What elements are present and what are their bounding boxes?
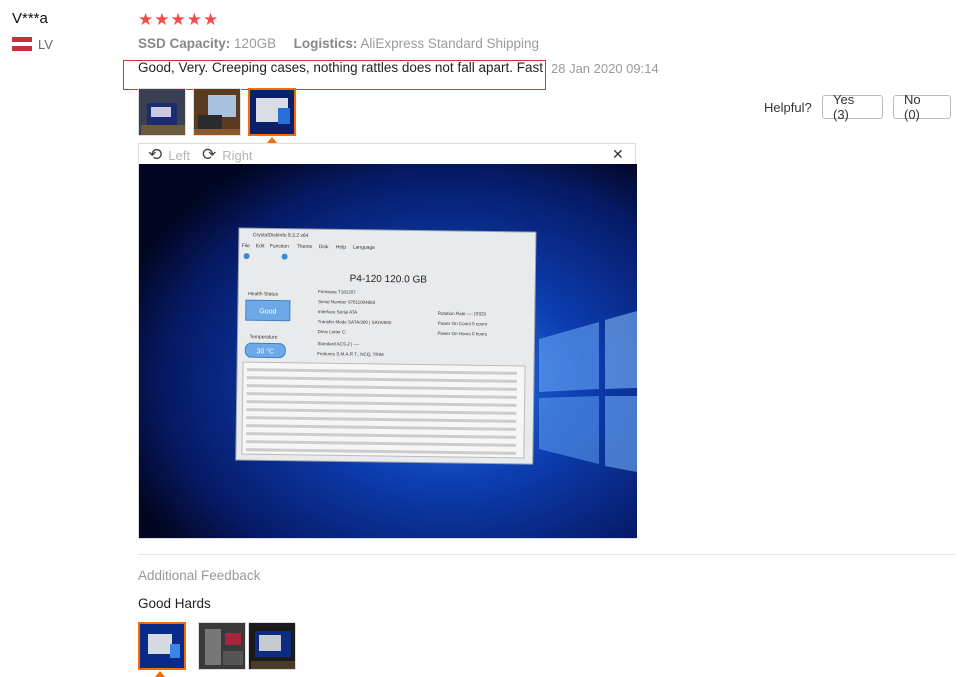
menu-edit: Edit [256,243,265,249]
feedback-thumb-2[interactable] [198,622,246,670]
feedback-thumb-1-selected[interactable] [138,622,186,670]
temp-value: 30 °C [256,347,274,355]
rotate-right-icon[interactable]: ⟳ [202,145,216,165]
feedback-thumb-3[interactable] [248,622,296,670]
product-attributes: SSD Capacity: 120GB Logistics: AliExpres… [138,36,539,51]
rotate-left-label[interactable]: Left [168,148,190,163]
capacity-key: SSD Capacity: [138,36,231,51]
helpful-label: Helpful? [764,100,812,115]
review-thumb-2[interactable] [193,88,241,136]
additional-feedback-title: Additional Feedback [138,568,261,583]
interface-text: Interface Serial ATA [318,309,357,315]
standard-text: Standard ACS-2 | ---- [317,341,360,347]
rotate-left-icon[interactable]: ⟲ [148,145,162,165]
power-hours-text: Power On Hours 0 hours [438,331,488,337]
reviewer-country: LV [38,37,53,52]
latvia-flag-icon [12,37,32,51]
menu-file: File [242,243,250,249]
health-value: Good [259,308,276,315]
menu-disk: Disk [319,244,329,250]
disk-title: P4-120 120.0 GB [350,274,428,286]
capacity-value: 120GB [234,36,277,51]
menu-function: Function [270,243,289,249]
app-title: CrystalDiskInfo 8.3.2 x64 [253,232,309,239]
logistics-key: Logistics: [293,36,358,51]
power-count-text: Power On Count 5 count [438,321,488,327]
serial-text: Serial Number 97611004863 [318,299,376,305]
rotation-text: Rotation Rate ---- (SSD) [438,311,487,317]
viewer-toolbar: ⟲ Left ⟳ Right [148,145,253,165]
transfer-text: Transfer Mode SATA/300 | SATA/600 [318,319,392,325]
temp-label: Temperature [249,334,277,340]
review-date: 28 Jan 2020 09:14 [551,61,659,76]
menu-theme: Theme [297,244,313,250]
rating-stars: ★★★★★ [138,10,220,29]
reviewer-name: V***a [12,10,48,27]
health-label: Health Status [248,291,279,297]
review-thumb-1[interactable] [138,88,186,136]
logistics-value: AliExpress Standard Shipping [360,36,539,51]
helpful-no-button[interactable]: No (0) [893,92,951,122]
firmware-text: Firmware T181207 [318,289,356,295]
drive-letter-text: Drive Letter C: [318,329,347,334]
helpful-yes-button[interactable]: Yes (3) [822,92,883,122]
close-viewer-icon[interactable]: ✕ [612,146,624,163]
features-text: Features S.M.A.R.T., NCQ, TRIM [317,351,384,357]
additional-feedback-text: Good Hards [138,596,211,611]
section-divider [138,554,956,555]
review-thumb-3-selected[interactable] [248,88,296,136]
rotate-right-label[interactable]: Right [222,148,252,163]
feedback-thumb-caret [155,671,165,677]
menu-language: Language [353,245,376,251]
menu-help: Help [336,244,347,250]
review-photo: CrystalDiskInfo 8.3.2 x64 File Edit Func… [139,164,637,538]
highlight-box [123,60,546,90]
